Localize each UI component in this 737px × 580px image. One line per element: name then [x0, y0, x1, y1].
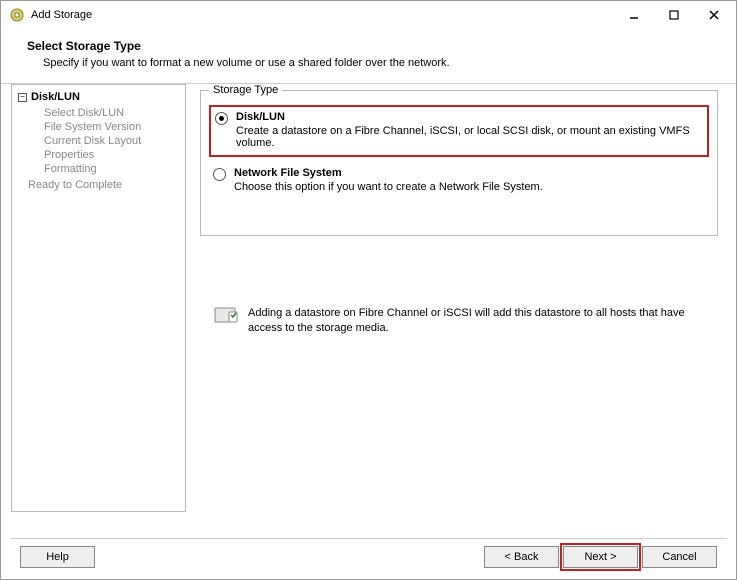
nav-step-root[interactable]: − Disk/LUN — [18, 91, 181, 103]
app-icon — [9, 7, 25, 23]
wizard-content: Storage Type Disk/LUN Create a datastore… — [186, 84, 726, 512]
close-button[interactable] — [694, 3, 734, 27]
nav-substep[interactable]: Properties — [44, 149, 181, 161]
nav-substep[interactable]: File System Version — [44, 121, 181, 133]
storage-type-group: Storage Type Disk/LUN Create a datastore… — [200, 90, 718, 236]
back-button[interactable]: < Back — [484, 546, 559, 568]
radio-button[interactable] — [213, 168, 226, 181]
help-button[interactable]: Help — [20, 546, 95, 568]
option-network-fs[interactable]: Network File System Choose this option i… — [209, 163, 709, 199]
nav-step-label: Disk/LUN — [31, 91, 80, 103]
divider — [10, 538, 727, 539]
nav-substep[interactable]: Current Disk Layout — [44, 135, 181, 147]
nav-substep[interactable]: Formatting — [44, 163, 181, 175]
titlebar: Add Storage — [1, 1, 736, 29]
option-disk-lun[interactable]: Disk/LUN Create a datastore on a Fibre C… — [209, 105, 709, 157]
window-title: Add Storage — [31, 9, 614, 21]
page-subtitle: Specify if you want to format a new volu… — [27, 57, 716, 69]
collapse-icon[interactable]: − — [18, 93, 27, 102]
info-note: Adding a datastore on Fibre Channel or i… — [200, 306, 718, 336]
maximize-button[interactable] — [654, 3, 694, 27]
page-title: Select Storage Type — [27, 39, 716, 53]
wizard-nav: − Disk/LUN Select Disk/LUN File System V… — [11, 84, 186, 512]
option-desc: Create a datastore on a Fibre Channel, i… — [236, 125, 699, 149]
info-icon — [214, 306, 238, 324]
option-desc: Choose this option if you want to create… — [234, 181, 543, 193]
group-legend: Storage Type — [209, 84, 282, 96]
cancel-button[interactable]: Cancel — [642, 546, 717, 568]
nav-substeps: Select Disk/LUN File System Version Curr… — [18, 107, 181, 175]
radio-button[interactable] — [215, 112, 228, 125]
nav-substep[interactable]: Select Disk/LUN — [44, 107, 181, 119]
nav-step-final[interactable]: Ready to Complete — [18, 179, 181, 191]
option-title: Network File System — [234, 167, 543, 179]
wizard-footer: Help < Back Next > Cancel — [0, 538, 737, 580]
info-text: Adding a datastore on Fibre Channel or i… — [248, 306, 704, 336]
wizard-header: Select Storage Type Specify if you want … — [1, 29, 736, 83]
minimize-button[interactable] — [614, 3, 654, 27]
option-title: Disk/LUN — [236, 111, 699, 123]
next-button[interactable]: Next > — [563, 546, 638, 568]
